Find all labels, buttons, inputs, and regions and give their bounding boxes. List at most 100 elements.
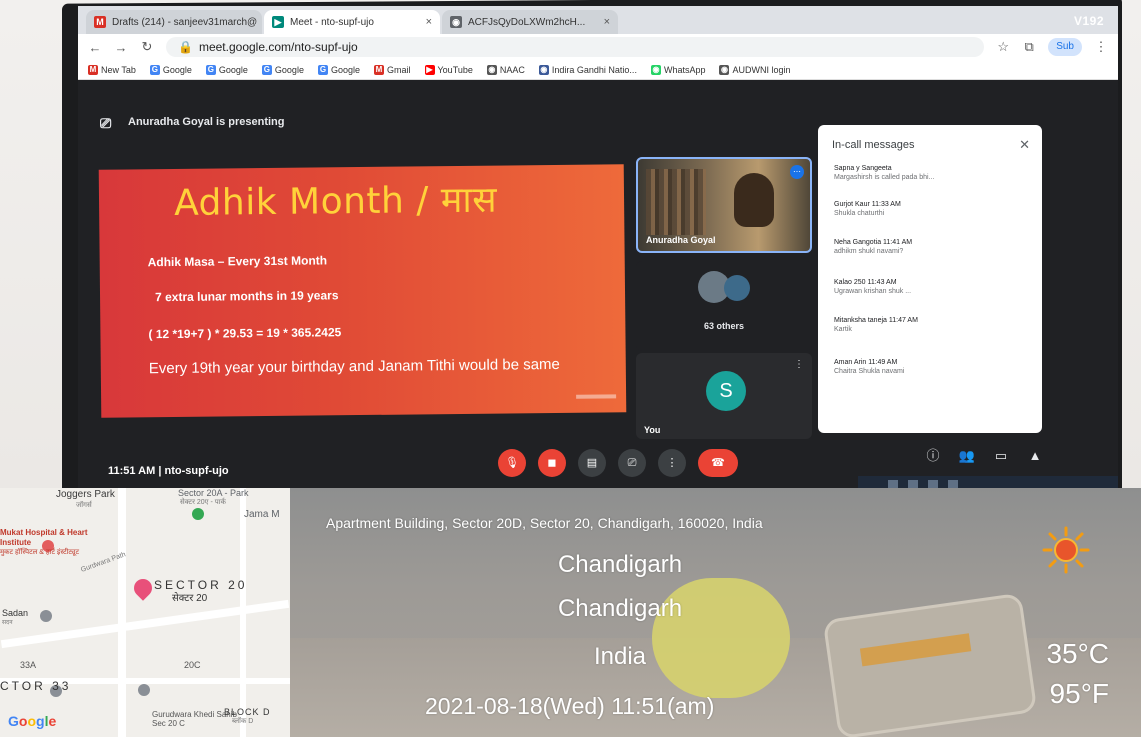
bookmark-youtube[interactable]: ▶ YouTube <box>424 64 473 75</box>
meeting-time: 11:51 AM <box>108 465 156 477</box>
message-sender: Neha Gangotia 11:41 AM <box>834 239 913 246</box>
browser-tab-gmail[interactable]: M Drafts (214) - sanjeev31march@ × <box>86 10 262 34</box>
back-arrow-icon[interactable]: ← <box>88 40 102 55</box>
bookmark-label: Google <box>162 64 192 75</box>
others-tile[interactable]: 63 others <box>636 261 812 351</box>
speaking-indicator-icon: ⋯ <box>790 165 804 179</box>
bookmark-label: WhatsApp <box>663 64 706 75</box>
avatar <box>724 275 750 301</box>
meeting-info: 11:51 AM | nto-supf-ujo <box>108 465 229 477</box>
map-label: SECTOR 20 <box>154 578 248 592</box>
taskbar-item[interactable] <box>948 480 958 488</box>
bookmark-login[interactable]: ◉ AUDWNI login <box>719 64 791 75</box>
present-button[interactable]: ⎚ <box>618 449 646 477</box>
captions-button[interactable]: ▤ <box>578 449 606 477</box>
chat-icon[interactable]: ▭ <box>991 446 1011 466</box>
address-bar[interactable]: 🔒 meet.google.com/nto-supf-ujo <box>166 37 985 57</box>
chat-message: Aman Arin 11:49 AM Chaitra Shukla navami <box>834 359 1024 375</box>
browser-tab-meet[interactable]: ▶ Meet - nto-supf-ujo × <box>264 10 440 34</box>
info-icon[interactable]: ⓘ <box>923 446 943 466</box>
bookmark-label: NAAC <box>499 64 525 75</box>
side-controls: ⓘ 👥 ▭ ▲ <box>923 446 1045 466</box>
close-icon[interactable]: ✕ <box>1019 137 1030 153</box>
gmail-icon: M <box>373 64 384 75</box>
bookmark-new-tab[interactable]: M New Tab <box>88 64 136 75</box>
profile-button[interactable]: Sub <box>1048 38 1082 56</box>
presenter-video-tile[interactable]: ⋯ Anuradha Goyal <box>636 157 812 253</box>
bookshelf <box>646 169 706 235</box>
slide-watermark <box>576 394 617 399</box>
end-call-button[interactable]: ☎ <box>698 449 738 477</box>
menu-icon[interactable]: ⋮ <box>1094 39 1108 55</box>
temperature-fahrenheit: 95°F <box>1049 678 1109 709</box>
map-label: Mukat Hospital & Heart Institute <box>0 528 88 547</box>
gmail-icon: M <box>88 64 98 75</box>
country-text: India <box>593 643 647 670</box>
chat-message: Neha Gangotia 11:41 AM adhikm shukl navam… <box>834 239 1024 255</box>
slide-line: Adhik Masa – Every 31st Month <box>147 253 328 270</box>
bookmark-label: YouTube <box>437 64 473 75</box>
datetime-text: 2021-08-18(Wed) 11:51(am) <box>425 693 715 719</box>
google-icon: G <box>317 64 328 75</box>
taskbar-item[interactable] <box>888 480 898 488</box>
map-label: सदन <box>2 620 13 626</box>
bookmark-google[interactable]: G Google <box>205 64 248 75</box>
bookmark-label: Google <box>274 64 304 75</box>
close-tab-icon[interactable]: × <box>426 16 432 28</box>
in-call-messages-panel: In-call messages ✕ Sapna y Sangeeta Marga… <box>818 125 1042 433</box>
location-pin-icon <box>130 575 156 601</box>
gmail-icon: M <box>94 16 106 28</box>
taskbar-item[interactable] <box>928 480 938 488</box>
map-label: 20C <box>184 660 201 670</box>
bookmark-gmail[interactable]: M Gmail <box>373 64 411 75</box>
google-icon: G <box>261 64 272 75</box>
bookmark-google[interactable]: G Google <box>261 64 304 75</box>
map-label: सेक्टर 20ए - पार्क <box>180 499 226 506</box>
google-icon: G <box>149 64 160 75</box>
star-icon[interactable]: ☆ <box>996 39 1010 55</box>
slide-line: Every 19th year your birthday and Janam … <box>148 355 560 378</box>
bookmark-ignou[interactable]: ◉ Indira Gandhi Natio... <box>538 64 637 75</box>
message-text: adhikm shukl navami? <box>834 248 904 255</box>
url-text: meet.google.com/nto-supf-ujo <box>198 40 358 54</box>
close-tab-icon[interactable]: × <box>604 16 610 28</box>
browser-tab-strip: M Drafts (214) - sanjeev31march@ × ▶ Mee… <box>78 6 1118 34</box>
bookmark-naac[interactable]: ◉ NAAC <box>486 64 525 75</box>
taskbar-item[interactable] <box>908 480 918 488</box>
message-sender: Kalao 250 11:43 AM <box>834 279 897 286</box>
slide-line: ( 12 *19+7 ) * 29.53 = 19 * 365.2425 <box>148 325 342 342</box>
activities-icon[interactable]: ▲ <box>1025 446 1045 466</box>
globe-icon: ◉ <box>486 64 497 75</box>
google-icon: G <box>205 64 216 75</box>
self-video-tile[interactable]: ⋮ S You <box>636 353 812 439</box>
call-controls: 🎙 ◼ ▤ ⎚ ⋮ ☎ <box>498 449 738 477</box>
bookmark-whatsapp[interactable]: ◉ WhatsApp <box>650 64 706 75</box>
presenting-text: Anuradha Goyal is presenting <box>128 116 285 128</box>
bookmark-label: New Tab <box>101 64 136 75</box>
reload-icon[interactable]: ↻ <box>140 39 154 55</box>
chat-message: Kalao 250 11:43 AM Ugrawan krishan shuk .… <box>834 279 1024 295</box>
forward-arrow-icon[interactable]: → <box>114 40 128 55</box>
bookmark-google[interactable]: G Google <box>317 64 360 75</box>
message-sender: Mitanksha taneja 11:47 AM <box>834 317 918 324</box>
state-text: Chandigarh <box>557 595 683 622</box>
extensions-icon[interactable]: ⧉ <box>1022 39 1036 55</box>
mic-off-button[interactable]: 🎙 <box>498 449 526 477</box>
page-icon: ◉ <box>450 16 462 28</box>
people-icon[interactable]: 👥 <box>957 446 977 466</box>
bookmark-label: Google <box>218 64 248 75</box>
camera-off-button[interactable]: ◼ <box>538 449 566 477</box>
globe-icon: ◉ <box>719 64 730 75</box>
browser-tab-other[interactable]: ◉ ACFJsQyDoLXWm2hcH... × <box>442 10 618 34</box>
mic-off-icon: ⋮ <box>794 359 804 370</box>
message-text: Chaitra Shukla navami <box>834 368 905 375</box>
location-map: Joggers Park जॉगर्स Sector 20A - Park से… <box>0 488 290 737</box>
park-icon <box>192 508 204 520</box>
globe-icon: ◉ <box>538 64 549 75</box>
chat-message: Mitanksha taneja 11:47 AM Kartik <box>834 317 1024 333</box>
chat-title: In-call messages <box>832 139 915 151</box>
bookmark-google[interactable]: G Google <box>149 64 192 75</box>
map-label: ब्लॉक D <box>232 718 254 725</box>
browser-toolbar: ← → ↻ 🔒 meet.google.com/nto-supf-ujo ☆ ⧉… <box>78 34 1118 60</box>
more-options-button[interactable]: ⋮ <box>658 449 686 477</box>
